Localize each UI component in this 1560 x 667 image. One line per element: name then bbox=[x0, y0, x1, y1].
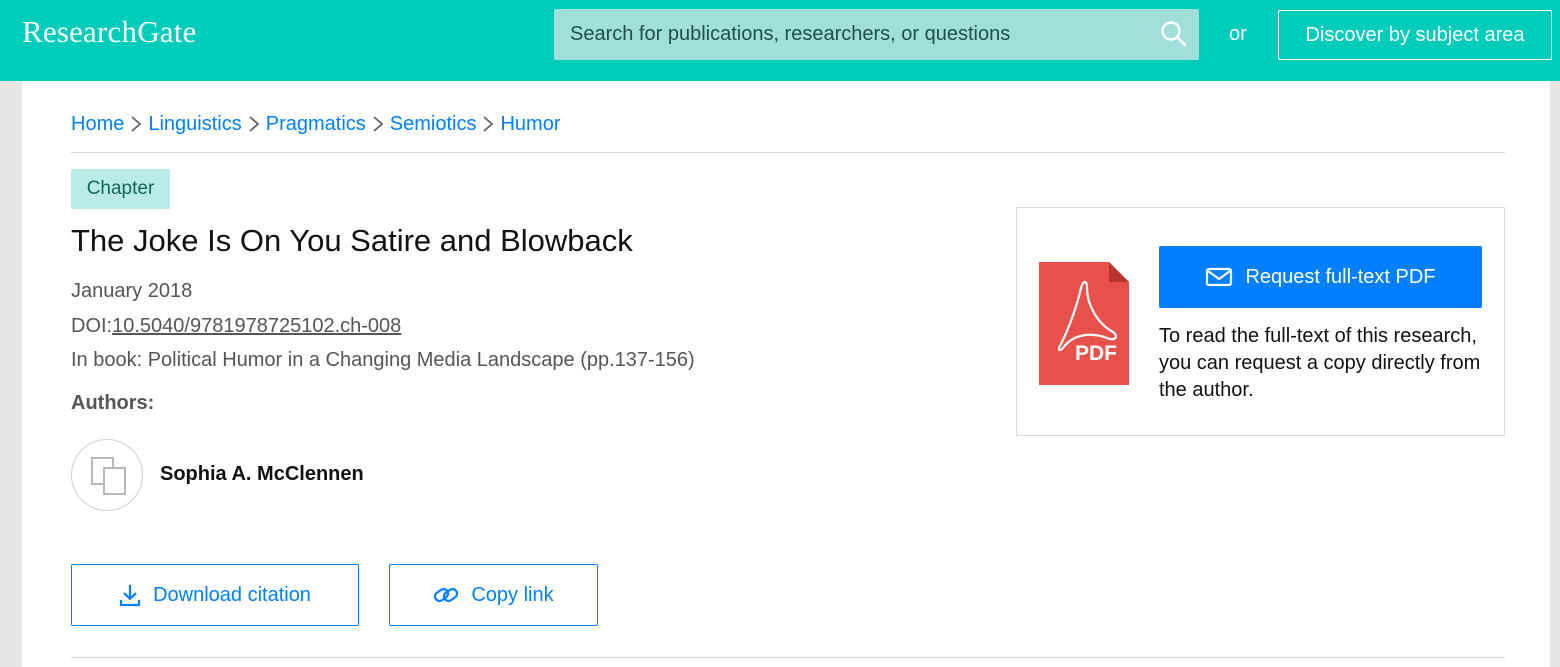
breadcrumb: Home Linguistics Pragmatics Semiotics Hu… bbox=[71, 112, 561, 136]
search-box[interactable] bbox=[554, 9, 1199, 60]
download-icon bbox=[119, 585, 141, 607]
breadcrumb-semiotics[interactable]: Semiotics bbox=[390, 113, 477, 136]
actions-divider bbox=[71, 657, 1505, 658]
author-placeholder-icon bbox=[91, 457, 126, 495]
copy-link-label: Copy link bbox=[471, 583, 554, 606]
link-icon bbox=[434, 587, 459, 603]
page-right-gutter bbox=[1550, 81, 1560, 667]
researchgate-logo[interactable]: ResearchGate bbox=[22, 14, 197, 50]
chevron-right-icon bbox=[483, 116, 494, 132]
breadcrumb-home[interactable]: Home bbox=[71, 113, 124, 136]
pdf-file-label: PDF bbox=[1075, 342, 1117, 365]
or-label: or bbox=[1229, 23, 1247, 45]
book-info: In book: Political Humor in a Changing M… bbox=[71, 349, 695, 371]
top-navigation-bar: ResearchGate or Discover by subject area bbox=[0, 0, 1560, 81]
copy-link-button[interactable]: Copy link bbox=[389, 564, 598, 626]
pdf-file-icon: PDF bbox=[1039, 262, 1129, 385]
breadcrumb-linguistics[interactable]: Linguistics bbox=[148, 113, 241, 136]
publication-type-badge: Chapter bbox=[71, 169, 170, 209]
authors-heading: Authors: bbox=[71, 392, 155, 414]
doi-link[interactable]: 10.5040/9781978725102.ch-008 bbox=[112, 315, 401, 337]
breadcrumb-divider bbox=[71, 152, 1505, 153]
mail-icon bbox=[1206, 267, 1233, 287]
publication-doi: DOI:10.5040/9781978725102.ch-008 bbox=[71, 315, 401, 338]
author-avatar[interactable] bbox=[71, 439, 143, 511]
doi-label: DOI: bbox=[71, 315, 113, 337]
request-description: To read the full-text of this research, … bbox=[1159, 325, 1481, 401]
chevron-right-icon bbox=[373, 116, 384, 132]
breadcrumb-humor[interactable]: Humor bbox=[500, 113, 560, 136]
chevron-right-icon bbox=[249, 116, 260, 132]
download-citation-label: Download citation bbox=[153, 583, 311, 606]
search-icon[interactable] bbox=[1160, 20, 1188, 48]
publication-title: The Joke Is On You Satire and Blowback bbox=[71, 223, 633, 258]
author-name[interactable]: Sophia A. McClennen bbox=[160, 463, 364, 486]
discover-by-subject-button[interactable]: Discover by subject area bbox=[1278, 10, 1552, 60]
request-fulltext-label: Request full-text PDF bbox=[1245, 265, 1436, 288]
publication-date: January 2018 bbox=[71, 280, 193, 302]
request-fulltext-button[interactable]: Request full-text PDF bbox=[1159, 246, 1482, 308]
download-citation-button[interactable]: Download citation bbox=[71, 564, 359, 626]
chevron-right-icon bbox=[131, 116, 142, 132]
breadcrumb-pragmatics[interactable]: Pragmatics bbox=[266, 113, 366, 136]
search-input[interactable] bbox=[554, 9, 1154, 60]
